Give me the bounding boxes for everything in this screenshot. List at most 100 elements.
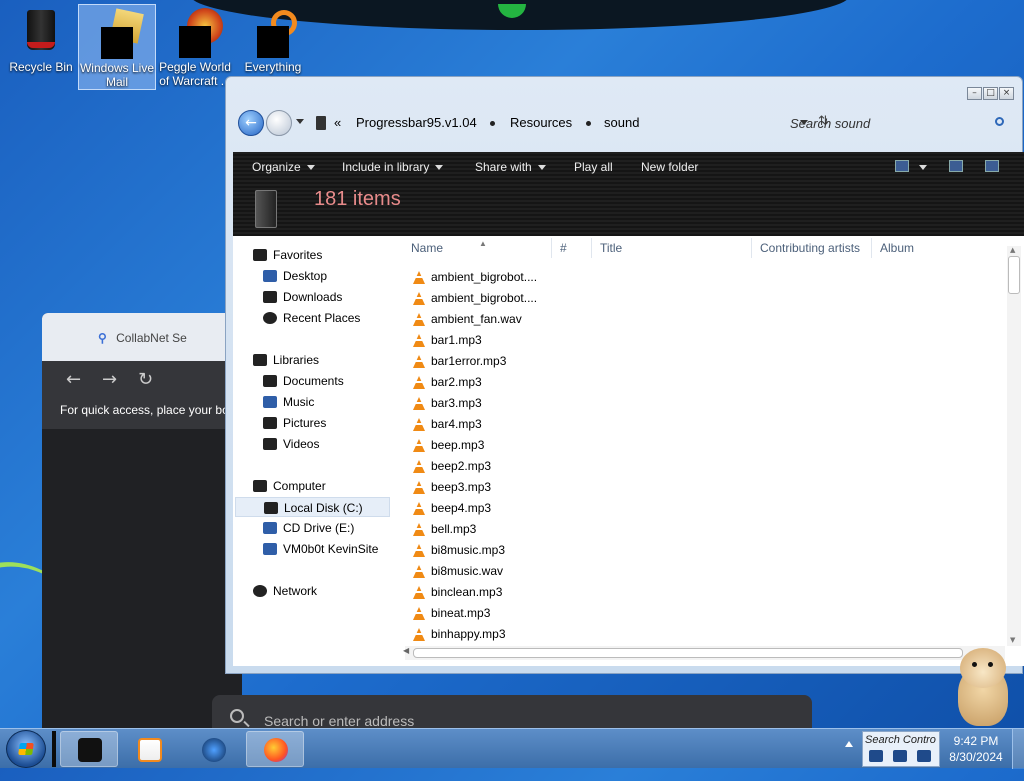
column-header-name[interactable]: Name ▲ bbox=[411, 239, 487, 255]
taskbar-firefox[interactable] bbox=[246, 731, 304, 767]
file-row[interactable]: ambient_bigrobot.... bbox=[409, 288, 537, 308]
forward-arrow-icon[interactable]: → bbox=[102, 369, 117, 390]
nav-item-network-drive[interactable]: VM0b0t KevinSite bbox=[261, 539, 378, 559]
breadcrumb-overflow[interactable]: « bbox=[334, 115, 341, 130]
breadcrumb-item[interactable]: Progressbar95.v1.04 bbox=[356, 115, 477, 130]
file-row[interactable]: bineat.mp3 bbox=[409, 603, 490, 623]
play-all-button[interactable]: Play all bbox=[574, 160, 613, 174]
nav-item-downloads[interactable]: Downloads bbox=[261, 287, 342, 307]
include-in-library-button[interactable]: Include in library bbox=[342, 160, 444, 174]
column-header-number[interactable]: # bbox=[560, 241, 567, 255]
nav-item-network[interactable]: Network bbox=[251, 581, 317, 601]
start-button[interactable] bbox=[6, 730, 46, 768]
breadcrumb-item[interactable]: Resources bbox=[510, 115, 572, 130]
file-row[interactable]: bar3.mp3 bbox=[409, 393, 482, 413]
share-with-button[interactable]: Share with bbox=[475, 160, 546, 174]
search-input[interactable] bbox=[780, 110, 1010, 136]
column-separator[interactable] bbox=[551, 238, 552, 258]
preview-pane-icon[interactable] bbox=[949, 160, 963, 172]
file-row[interactable]: bar1error.mp3 bbox=[409, 351, 506, 371]
monitor-icon[interactable] bbox=[893, 750, 907, 762]
search-icon[interactable] bbox=[995, 117, 1004, 126]
maximize-button[interactable]: □ bbox=[983, 87, 998, 100]
back-button[interactable]: ← bbox=[238, 110, 264, 136]
nav-item-computer[interactable]: Computer bbox=[251, 476, 326, 496]
tray-search-box[interactable]: Search Contro bbox=[862, 731, 940, 767]
column-separator[interactable] bbox=[871, 238, 872, 258]
scroll-thumb[interactable] bbox=[1008, 256, 1020, 294]
search-box[interactable] bbox=[780, 110, 1010, 136]
nav-label: CD Drive (E:) bbox=[283, 521, 355, 535]
tray-search-text: Search Contro bbox=[865, 734, 936, 746]
explorer-window[interactable]: – □ × ← « Progressbar95.v1.04 Resources … bbox=[225, 76, 1024, 674]
nav-label: Recent Places bbox=[283, 311, 361, 325]
breadcrumb-separator-icon[interactable] bbox=[586, 121, 591, 126]
system-clock[interactable]: 9:42 PM 8/30/2024 bbox=[945, 733, 1007, 765]
nav-item-desktop[interactable]: Desktop bbox=[261, 266, 327, 286]
hamster-desktop-pet[interactable] bbox=[952, 648, 1014, 728]
file-row[interactable]: beep.mp3 bbox=[409, 435, 484, 455]
desktop-icon-windows-live-mail[interactable]: Windows Live Mail bbox=[78, 4, 156, 90]
file-row[interactable]: ambient_fan.wav bbox=[409, 309, 522, 329]
nav-item-libraries[interactable]: Libraries bbox=[251, 350, 319, 370]
file-row[interactable]: binclean.mp3 bbox=[409, 582, 502, 602]
browser-tab[interactable]: ⚲ CollabNet Se bbox=[98, 331, 187, 345]
scroll-left-icon[interactable]: ◀ bbox=[403, 646, 409, 655]
new-folder-button[interactable]: New folder bbox=[641, 160, 698, 174]
close-button[interactable]: × bbox=[999, 87, 1014, 100]
column-header-title[interactable]: Title bbox=[600, 241, 622, 255]
speaker-icon[interactable] bbox=[917, 750, 931, 762]
file-row[interactable]: bi8music.mp3 bbox=[409, 540, 505, 560]
nav-item-videos[interactable]: Videos bbox=[261, 434, 319, 454]
show-desktop-button[interactable] bbox=[1012, 729, 1024, 769]
forward-button[interactable] bbox=[266, 110, 292, 136]
nav-item-recent-places[interactable]: Recent Places bbox=[261, 308, 360, 328]
file-row[interactable]: binhappy.mp3 bbox=[409, 624, 506, 644]
nav-item-pictures[interactable]: Pictures bbox=[261, 413, 326, 433]
background-browser-window[interactable]: ⚲ CollabNet Se ← → ↻ For quick access, p… bbox=[42, 313, 242, 733]
address-bar[interactable]: « Progressbar95.v1.04 Resources sound ⇅ bbox=[312, 110, 829, 136]
file-row[interactable]: bell.mp3 bbox=[409, 519, 476, 539]
tray-overflow-icon[interactable] bbox=[845, 741, 853, 747]
reload-icon[interactable]: ↻ bbox=[138, 369, 153, 390]
column-separator[interactable] bbox=[591, 238, 592, 258]
nav-label: Network bbox=[273, 584, 318, 598]
horizontal-scrollbar[interactable]: ◀ bbox=[403, 646, 1005, 660]
breadcrumb-item[interactable]: sound bbox=[604, 115, 639, 130]
nav-item-music[interactable]: Music bbox=[261, 392, 314, 412]
file-row[interactable]: bi8music.wav bbox=[409, 561, 503, 581]
network-status-icon[interactable] bbox=[869, 750, 883, 762]
taskbar-globe-app[interactable] bbox=[184, 731, 242, 767]
breadcrumb-separator-icon[interactable] bbox=[490, 121, 495, 126]
organize-button[interactable]: Organize bbox=[252, 160, 315, 174]
file-row[interactable]: beep4.mp3 bbox=[409, 498, 491, 518]
minimize-button[interactable]: – bbox=[967, 87, 982, 100]
column-header-contributing-artists[interactable]: Contributing artists bbox=[760, 241, 860, 255]
vertical-scrollbar[interactable]: ▲ ▼ bbox=[1007, 246, 1021, 646]
file-row[interactable]: bar1.mp3 bbox=[409, 330, 482, 350]
nav-item-cd-drive[interactable]: CD Drive (E:) bbox=[261, 518, 354, 538]
scroll-thumb[interactable] bbox=[413, 648, 963, 658]
file-row[interactable]: bar2.mp3 bbox=[409, 372, 482, 392]
desktop-icon-recycle-bin[interactable]: Recycle Bin bbox=[2, 4, 80, 90]
scroll-down-icon[interactable]: ▼ bbox=[1010, 636, 1015, 644]
taskbar-media-player[interactable] bbox=[120, 731, 178, 767]
file-row[interactable]: bar4.mp3 bbox=[409, 414, 482, 434]
scroll-up-icon[interactable]: ▲ bbox=[1010, 246, 1015, 254]
recent-pages-dropdown[interactable] bbox=[296, 119, 304, 124]
nav-item-favorites[interactable]: Favorites bbox=[251, 245, 322, 265]
back-arrow-icon[interactable]: ← bbox=[66, 369, 81, 390]
desktop-icon-peggle[interactable]: Peggle World of Warcraft ... bbox=[156, 4, 234, 90]
view-options-button[interactable] bbox=[913, 160, 927, 174]
nav-item-local-disk[interactable]: Local Disk (C:) bbox=[235, 497, 390, 517]
column-header-album[interactable]: Album bbox=[880, 241, 914, 255]
file-row[interactable]: ambient_bigrobot.... bbox=[409, 267, 537, 287]
nav-item-documents[interactable]: Documents bbox=[261, 371, 344, 391]
help-icon[interactable] bbox=[985, 160, 999, 172]
file-row[interactable]: beep2.mp3 bbox=[409, 456, 491, 476]
column-separator[interactable] bbox=[751, 238, 752, 258]
file-row[interactable]: beep3.mp3 bbox=[409, 477, 491, 497]
folder-icon bbox=[316, 116, 326, 130]
taskbar-explorer[interactable] bbox=[60, 731, 118, 767]
change-view-icon[interactable] bbox=[895, 160, 909, 172]
